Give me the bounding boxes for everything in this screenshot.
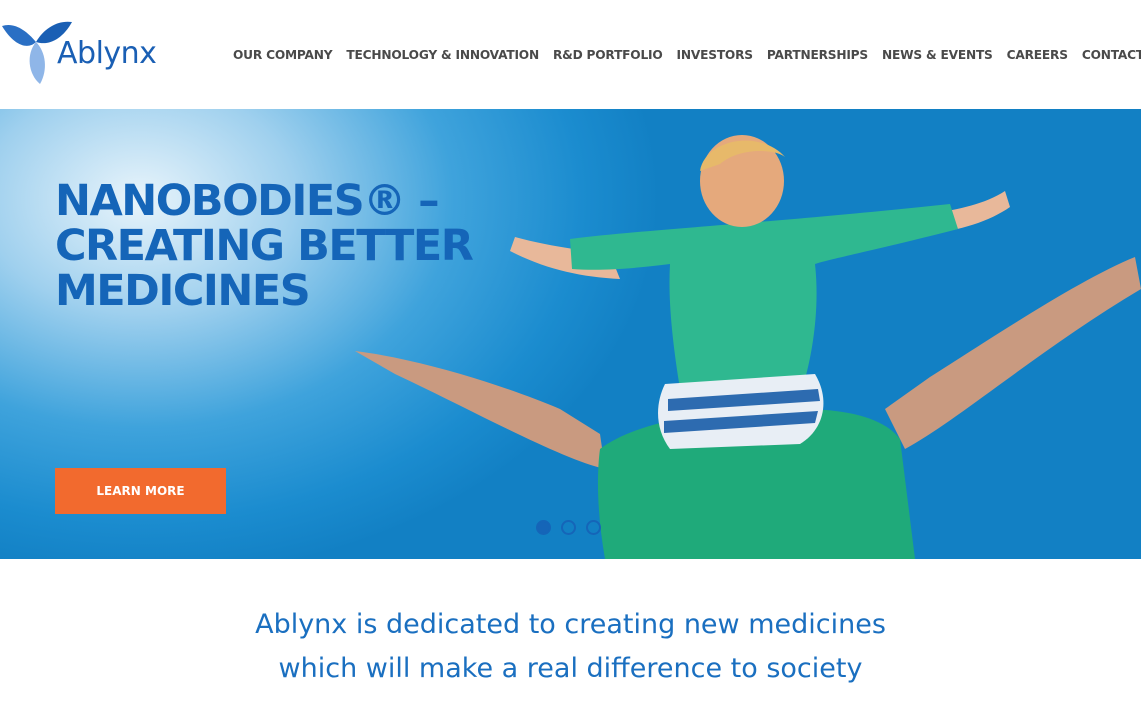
mission-line-1: Ablynx is dedicated to creating new medi… (255, 609, 886, 640)
hero-carousel: NANOBODIES® – CREATING BETTER MEDICINES … (0, 109, 1141, 559)
mission-statement: Ablynx is dedicated to creating new medi… (0, 603, 1141, 691)
nav-item-investors[interactable]: INVESTORS (670, 48, 760, 62)
nav-item-partnerships[interactable]: PARTNERSHIPS (760, 48, 875, 62)
mission-line-2: which will make a real difference to soc… (278, 653, 863, 684)
hero-title: NANOBODIES® – CREATING BETTER MEDICINES (55, 176, 474, 316)
hero-title-line-2: CREATING BETTER (55, 221, 474, 271)
carousel-dot-3[interactable] (586, 520, 601, 535)
nav-item-careers[interactable]: CAREERS (1000, 48, 1075, 62)
site-header: Ablynx OUR COMPANY TECHNOLOGY & INNOVATI… (0, 0, 1141, 109)
hero-title-line-3: MEDICINES (55, 266, 311, 316)
carousel-dot-1[interactable] (536, 520, 551, 535)
nav-item-news-events[interactable]: NEWS & EVENTS (875, 48, 1000, 62)
main-nav: OUR COMPANY TECHNOLOGY & INNOVATION R&D … (226, 48, 1141, 62)
carousel-pagination (536, 520, 601, 535)
nav-item-our-company[interactable]: OUR COMPANY (226, 48, 339, 62)
nav-item-technology-innovation[interactable]: TECHNOLOGY & INNOVATION (339, 48, 546, 62)
nav-item-rd-portfolio[interactable]: R&D PORTFOLIO (546, 48, 670, 62)
learn-more-button[interactable]: LEARN MORE (55, 468, 226, 514)
nav-item-contact[interactable]: CONTACT (1075, 48, 1141, 62)
carousel-dot-2[interactable] (561, 520, 576, 535)
ablynx-logo[interactable]: Ablynx (0, 14, 175, 86)
hero-title-line-1: NANOBODIES® – (55, 176, 440, 226)
logo-wordmark: Ablynx (57, 36, 157, 71)
